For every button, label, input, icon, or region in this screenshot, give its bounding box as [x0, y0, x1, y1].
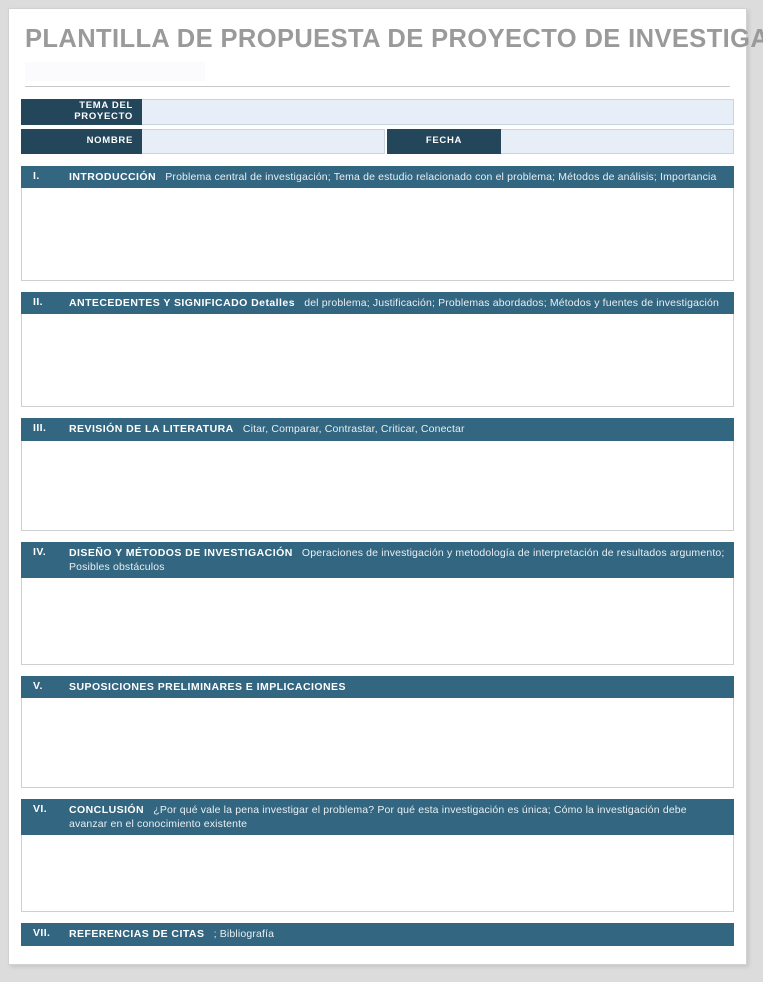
document-page: PLANTILLA DE PROPUESTA DE PROYECTO DE IN… [8, 8, 763, 965]
section-description: Citar, Comparar, Contrastar, Criticar, C… [233, 423, 465, 436]
section-title: REVISIÓN DE LA LITERATURA [69, 423, 234, 436]
section-header-bar: II. ANTECEDENTES Y SIGNIFICADO Detalles d… [21, 292, 734, 315]
project-topic-input[interactable] [142, 99, 734, 126]
section-numeral: V. [33, 679, 43, 692]
section-vi: VI. CONCLUSIÓN ¿Por qué vale la pena inve… [21, 799, 734, 923]
section-description: Problema central de investigación; Tema … [156, 171, 717, 184]
section-vii: VII. REFERENCIAS DE CITAS ; Bibliografía [21, 923, 734, 946]
section-numeral: VII. [33, 927, 51, 940]
sections-list: I. INTRODUCCIÓN Problema central de inves… [21, 166, 734, 946]
section-title: INTRODUCCIÓN [69, 171, 157, 184]
section-iii: III. REVISIÓN DE LA LITERATURA Citar, Com… [21, 418, 734, 541]
section-title: SUPOSICIONES PRELIMINARES E IMPLICACIONE… [69, 680, 346, 693]
section-header-bar: V. SUPOSICIONES PRELIMINARES E IMPLICACIO… [21, 675, 734, 699]
title-divider [25, 86, 730, 88]
section-heading-text: REVISIÓN DE LA LITERATURA Citar, Compara… [69, 422, 465, 436]
project-topic-row: TEMA DEL PROYECTO [21, 99, 734, 126]
section-heading-text: CONCLUSIÓN ¿Por qué vale la pena investi… [69, 803, 726, 831]
section-numeral: II. [33, 296, 43, 309]
section-header-bar: I. INTRODUCCIÓN Problema central de inves… [21, 166, 734, 189]
date-label: FECHA [387, 129, 501, 155]
section-answer-box[interactable] [21, 314, 734, 408]
section-title: DISEÑO Y MÉTODOS DE INVESTIGACIÓN [69, 546, 293, 559]
name-label: NOMBRE [21, 129, 142, 155]
section-answer-box[interactable] [21, 577, 734, 665]
section-heading-text: SUPOSICIONES PRELIMINARES E IMPLICACIONE… [69, 680, 346, 694]
section-description: del problema; Justificación; Problemas a… [295, 297, 719, 310]
section-numeral: III. [33, 422, 47, 435]
section-description: ; Bibliografía [204, 928, 275, 941]
name-date-row: NOMBRE FECHA [21, 129, 734, 155]
section-numeral: I. [33, 170, 40, 183]
section-header-bar: VI. CONCLUSIÓN ¿Por qué vale la pena inve… [21, 799, 734, 836]
section-title: ANTECEDENTES Y SIGNIFICADO Detalles [69, 297, 295, 310]
title-block: PLANTILLA DE PROPUESTA DE PROYECTO DE IN… [9, 9, 763, 88]
header-info-table: TEMA DEL PROYECTO NOMBRE FECHA [21, 99, 734, 155]
page-subtitle [25, 62, 205, 82]
section-i: I. INTRODUCCIÓN Problema central de inves… [21, 166, 734, 292]
section-iv: IV. DISEÑO Y MÉTODOS DE INVESTIGACIÓN Ope… [21, 541, 734, 676]
section-ii: II. ANTECEDENTES Y SIGNIFICADO Detalles d… [21, 292, 734, 418]
section-heading-text: ANTECEDENTES Y SIGNIFICADO Detalles del … [69, 296, 719, 310]
section-heading-text: INTRODUCCIÓN Problema central de investi… [69, 170, 717, 184]
project-topic-label: TEMA DEL PROYECTO [21, 99, 142, 126]
section-heading-text: REFERENCIAS DE CITAS ; Bibliografía [69, 927, 274, 941]
page-title: PLANTILLA DE PROPUESTA DE PROYECTO DE IN… [25, 25, 763, 53]
section-numeral: VI. [33, 803, 48, 816]
section-description: ¿Por qué vale la pena investigar el prob… [69, 804, 687, 831]
name-input[interactable] [142, 129, 385, 155]
section-numeral: IV. [33, 545, 47, 558]
section-header-bar: IV. DISEÑO Y MÉTODOS DE INVESTIGACIÓN Ope… [21, 541, 734, 578]
section-title: CONCLUSIÓN [69, 804, 145, 817]
section-header-bar: VII. REFERENCIAS DE CITAS ; Bibliografía [21, 923, 734, 946]
section-answer-box[interactable] [21, 188, 734, 282]
section-heading-text: DISEÑO Y MÉTODOS DE INVESTIGACIÓN Operac… [69, 546, 726, 574]
section-answer-box[interactable] [21, 835, 734, 913]
section-header-bar: III. REVISIÓN DE LA LITERATURA Citar, Com… [21, 418, 734, 441]
section-v: V. SUPOSICIONES PRELIMINARES E IMPLICACIO… [21, 675, 734, 799]
section-answer-box[interactable] [21, 440, 734, 531]
section-answer-box[interactable] [21, 698, 734, 789]
date-input[interactable] [501, 129, 734, 155]
section-title: REFERENCIAS DE CITAS [69, 928, 205, 941]
